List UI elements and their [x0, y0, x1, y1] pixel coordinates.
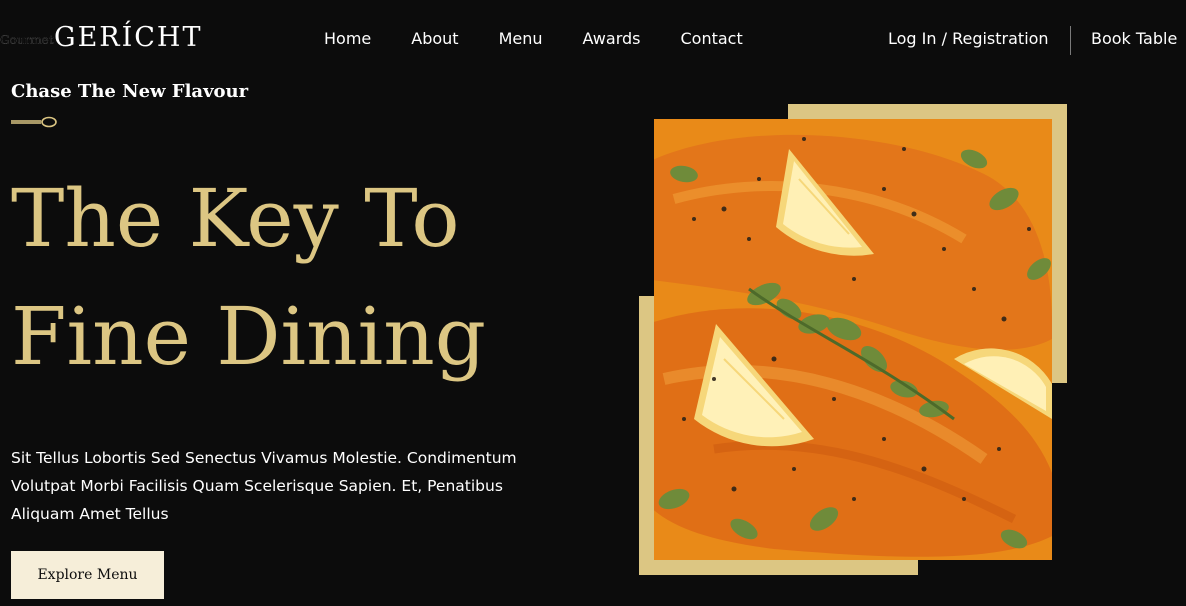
- landing-page: Gourmet GERÍCHT Home About Menu Awards C…: [0, 0, 1186, 606]
- salmon-dish-illustration: [654, 119, 1052, 560]
- hero-tagline: Chase The New Flavour: [11, 81, 249, 102]
- hero-description: Sit Tellus Lobortis Sed Senectus Vivamus…: [11, 448, 517, 523]
- login-registration-link[interactable]: Log In / Registration: [888, 29, 1049, 48]
- nav-link-awards[interactable]: Awards: [583, 29, 641, 48]
- nav-link-home[interactable]: Home: [324, 29, 371, 48]
- nav-link-menu[interactable]: Menu: [499, 29, 543, 48]
- main-nav: Home About Menu Awards Contact: [324, 29, 743, 48]
- nav-divider: [1070, 26, 1071, 55]
- hero-headline-line-1: The Key To: [11, 172, 460, 265]
- book-table-link[interactable]: Book Table: [1091, 29, 1177, 48]
- explore-menu-button[interactable]: Explore Menu: [11, 551, 164, 599]
- logo-fallback-text: Gourmet: [0, 33, 54, 47]
- hero-headline-line-2: Fine Dining: [11, 290, 486, 383]
- nav-link-about[interactable]: About: [411, 29, 458, 48]
- spoon-divider-icon: [11, 116, 57, 128]
- hero-food-image: [654, 119, 1052, 560]
- nav-link-contact[interactable]: Contact: [680, 29, 742, 48]
- hero-headline: The Key To Fine Dining: [11, 160, 571, 396]
- brand-logo[interactable]: GERÍCHT: [54, 22, 203, 53]
- navbar: Gourmet GERÍCHT Home About Menu Awards C…: [0, 0, 1186, 82]
